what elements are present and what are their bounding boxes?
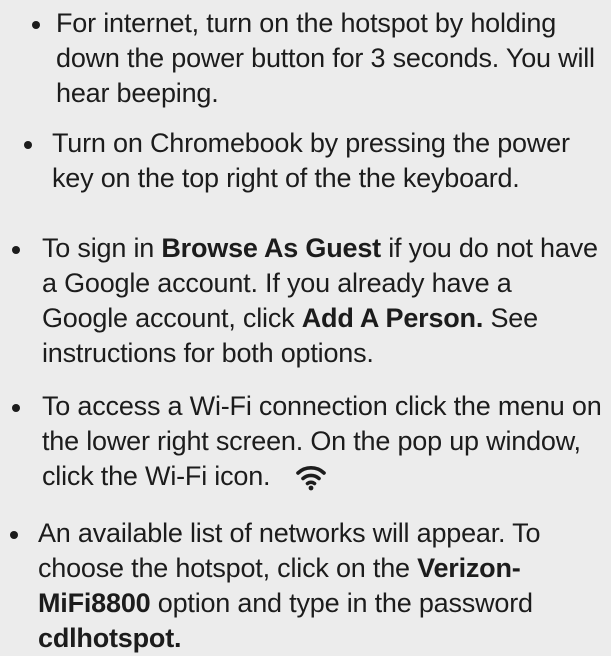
- text-segment: Google account, click: [42, 303, 302, 333]
- text-segment: down the power button for 3 seconds. You…: [56, 43, 595, 73]
- instruction-sign-in: To sign in Browse As Guest if you do not…: [12, 231, 598, 371]
- bullet-dot: [12, 404, 20, 412]
- text-line: Turn on Chromebook by pressing the power: [52, 126, 570, 161]
- bullet-text: An available list of networks will appea…: [38, 516, 540, 656]
- text-segment: a Google account. If you already have a: [42, 268, 512, 298]
- bullet-text: To access a Wi-Fi connection click the m…: [42, 389, 602, 494]
- bullet-text: Turn on Chromebook by pressing the power…: [52, 126, 570, 196]
- text-line: down the power button for 3 seconds. You…: [56, 41, 595, 76]
- bullet-dot: [24, 141, 32, 149]
- text-line: choose the hotspot, click on the Verizon…: [38, 551, 540, 586]
- text-line: For internet, turn on the hotspot by hol…: [56, 6, 595, 41]
- text-segment: Turn on Chromebook by pressing the power: [52, 128, 570, 158]
- text-line: To access a Wi-Fi connection click the m…: [42, 389, 602, 424]
- text-line: An available list of networks will appea…: [38, 516, 540, 551]
- text-line: Google account, click Add A Person. See: [42, 301, 598, 336]
- bold-text: MiFi8800: [38, 588, 151, 618]
- bold-text: Browse As Guest: [161, 233, 381, 263]
- bullet-dot: [10, 531, 18, 539]
- text-line: key on the top right of the the keyboard…: [52, 161, 570, 196]
- text-segment: For internet, turn on the hotspot by hol…: [56, 8, 557, 38]
- bullet-text: For internet, turn on the hotspot by hol…: [56, 6, 595, 111]
- text-line: a Google account. If you already have a: [42, 266, 598, 301]
- instruction-chromebook-power: Turn on Chromebook by pressing the power…: [24, 126, 570, 196]
- text-segment: See: [483, 303, 538, 333]
- bold-text: Add A Person.: [301, 303, 484, 333]
- bold-text: Verizon-: [417, 553, 521, 583]
- bold-text: cdlhotspot.: [38, 623, 182, 653]
- text-segment: option and type in the password: [150, 588, 533, 618]
- wifi-icon: [296, 463, 327, 491]
- instruction-select-network: An available list of networks will appea…: [10, 516, 540, 656]
- text-line: the lower right screen. On the pop up wi…: [42, 424, 602, 459]
- text-segment: choose the hotspot, click on the: [38, 553, 418, 583]
- text-segment: To sign in: [42, 233, 162, 263]
- text-segment: hear beeping.: [56, 78, 219, 108]
- bullet-dot: [12, 246, 20, 254]
- text-segment: key on the top right of the the keyboard…: [52, 163, 520, 193]
- instruction-wifi-connect: To access a Wi-Fi connection click the m…: [12, 389, 602, 494]
- bullet-text: To sign in Browse As Guest if you do not…: [42, 231, 598, 371]
- bullet-dot: [32, 21, 40, 29]
- text-line: MiFi8800 option and type in the password: [38, 586, 540, 621]
- text-line: cdlhotspot.: [38, 621, 540, 656]
- text-segment: To access a Wi-Fi connection click the m…: [42, 391, 602, 421]
- text-segment: instructions for both options.: [42, 338, 374, 368]
- text-segment: click the Wi-Fi icon.: [42, 461, 271, 491]
- text-line: hear beeping.: [56, 76, 595, 111]
- text-segment: the lower right screen. On the pop up wi…: [42, 426, 581, 456]
- text-line: click the Wi-Fi icon.: [42, 459, 602, 494]
- text-line: instructions for both options.: [42, 336, 598, 371]
- text-line: To sign in Browse As Guest if you do not…: [42, 231, 598, 266]
- text-segment: An available list of networks will appea…: [38, 518, 541, 548]
- text-segment: if you do not have: [380, 233, 598, 263]
- instruction-hotspot: For internet, turn on the hotspot by hol…: [32, 6, 595, 111]
- instructions-page: For internet, turn on the hotspot by hol…: [0, 0, 611, 655]
